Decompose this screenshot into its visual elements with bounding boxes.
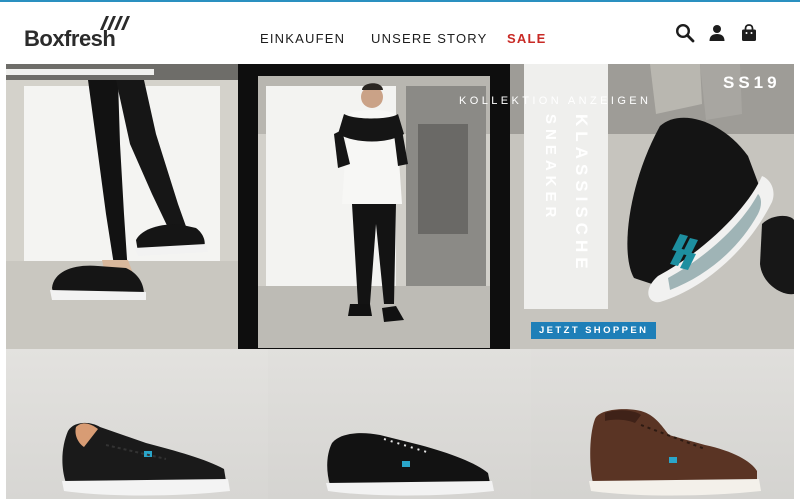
search-icon[interactable]	[675, 23, 695, 43]
account-icon[interactable]	[707, 23, 727, 43]
legs-photo-illustration	[6, 64, 238, 349]
hero-banner[interactable]	[6, 64, 794, 349]
product-image-sneaker	[589, 409, 761, 496]
product-tile[interactable]	[6, 349, 268, 499]
season-label: SS19	[723, 73, 781, 92]
site-header: Boxfresh EINKAUFEN UNSERE STORY SALE	[0, 2, 800, 64]
nav-unsere-story[interactable]: UNSERE STORY	[371, 31, 488, 46]
nav-einkaufen[interactable]: EINKAUFEN	[260, 31, 345, 46]
hero-headline-klassische: KLASSISCHE	[572, 114, 591, 274]
product-strip	[6, 349, 794, 499]
nav-sale[interactable]: SALE	[507, 31, 546, 46]
hero-headline-sneaker: SNEAKER	[542, 114, 559, 223]
shopping-bag-icon[interactable]	[739, 23, 759, 43]
collection-link[interactable]: KOLLEKTION ANZEIGEN	[459, 95, 651, 107]
product-tile[interactable]	[531, 349, 794, 499]
product-image-sneaker	[326, 433, 494, 496]
hero-image-legs	[6, 64, 238, 349]
product-tile[interactable]	[268, 349, 531, 499]
shop-now-button[interactable]: JETZT SHOPPEN	[531, 322, 657, 339]
product-image-sneaker	[62, 422, 230, 496]
